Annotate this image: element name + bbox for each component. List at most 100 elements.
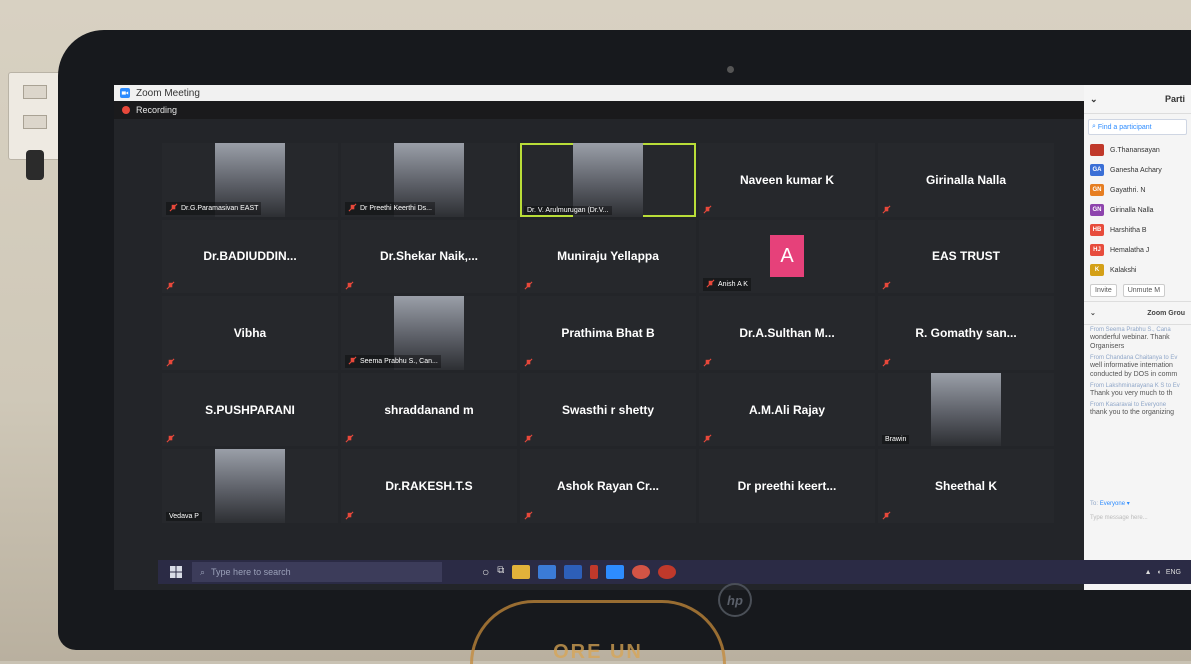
- participant-label: Dr Preethi Keerthi Ds...: [345, 201, 435, 215]
- recording-label: Recording: [136, 105, 178, 115]
- switch: [23, 85, 47, 99]
- participant-tile[interactable]: Vibha: [162, 296, 338, 370]
- participant-name: Girinalla Nalla: [925, 172, 1007, 187]
- chat-to-value[interactable]: Everyone: [1100, 501, 1125, 507]
- taskbar-search-input[interactable]: ⌕ Type here to search: [192, 562, 442, 582]
- participant-list-item[interactable]: GN Girinalla Nalla: [1084, 200, 1191, 220]
- participant-list-item[interactable]: HB Harshitha B: [1084, 220, 1191, 240]
- dropbox-icon[interactable]: [564, 565, 583, 579]
- participant-name: Dr.RAKESH.T.S: [385, 479, 473, 494]
- participant-tile[interactable]: Prathima Bhat B: [520, 296, 696, 370]
- participant-tile[interactable]: Brawin: [878, 372, 1054, 447]
- chat-message: From Seema Prabhu S., Cana wonderful webi…: [1084, 325, 1191, 353]
- participant-tile[interactable]: Dr.RAKESH.T.S: [341, 449, 517, 523]
- participant-name: EAS TRUST: [931, 249, 1000, 264]
- participant-name: Dr.Shekar Naik,...: [379, 249, 479, 264]
- participant-tile[interactable]: Seema Prabhu S., Can...: [341, 296, 517, 370]
- participant-name: Dr.A.Sulthan M...: [739, 325, 835, 340]
- gallery-grid: Dr.G.Paramasivan EAST Dr Preethi Keerthi …: [162, 143, 1054, 523]
- chat-recipient[interactable]: To: Everyone ▾: [1090, 500, 1130, 507]
- zoom-app-icon[interactable]: [606, 565, 625, 579]
- participant-name: shraddanand m: [384, 402, 474, 417]
- windows-start-icon[interactable]: [170, 566, 182, 578]
- participant-name: Swasthi r shetty: [561, 402, 655, 417]
- participant-avatar: GN: [1090, 204, 1104, 216]
- participant-tile[interactable]: S.PUSHPARANI: [162, 372, 338, 447]
- participant-search-input[interactable]: ⌕ Find a participant: [1088, 119, 1187, 135]
- participant-avatar: [1090, 144, 1104, 156]
- chevron-down-icon[interactable]: ⌄: [1090, 94, 1098, 105]
- search-icon: ⌕: [200, 566, 206, 577]
- participant-tile[interactable]: Muniraju Yellappa: [520, 219, 696, 294]
- file-explorer-icon[interactable]: [512, 565, 531, 579]
- hp-logo: hp: [718, 583, 752, 617]
- participant-avatar: HJ: [1090, 244, 1104, 256]
- participant-list-name: Hemalatha J: [1110, 246, 1150, 254]
- store-icon[interactable]: [538, 565, 557, 579]
- participant-tile[interactable]: shraddanand m: [341, 372, 517, 447]
- invite-button[interactable]: Invite: [1090, 284, 1117, 297]
- mic-muted-icon: [706, 279, 718, 290]
- participant-tile[interactable]: Swasthi r shetty: [520, 372, 696, 447]
- video-feed: [930, 372, 1002, 447]
- mic-muted-icon: [348, 203, 360, 214]
- participant-tile[interactable]: Dr. V. Arulmurugan (Dr.V...: [520, 143, 696, 217]
- chat-message-text: thank you to the organizing: [1090, 409, 1175, 416]
- participant-name: Dr Preethi Keerthi Ds...: [360, 204, 432, 212]
- participant-label: Seema Prabhu S., Can...: [345, 354, 441, 368]
- participant-name: Ashok Rayan Cr...: [556, 479, 660, 494]
- participant-tile[interactable]: Sheethal K: [878, 449, 1054, 523]
- participant-tile[interactable]: Dr Preethi Keerthi Ds...: [341, 143, 517, 217]
- participant-list-item[interactable]: HJ Hemalatha J: [1084, 240, 1191, 260]
- participant-tile[interactable]: A.M.Ali Rajay: [699, 372, 875, 447]
- participant-list-name: Gayathri. N: [1110, 186, 1146, 194]
- wall-switchboard: [8, 72, 62, 160]
- participant-actions: Invite Unmute M: [1084, 280, 1191, 301]
- participant-tile[interactable]: A Anish A K: [699, 219, 875, 294]
- chrome-icon[interactable]: [632, 565, 651, 579]
- participant-label: Dr. V. Arulmurugan (Dr.V...: [524, 205, 612, 215]
- network-icon[interactable]: ▲: [1145, 569, 1152, 576]
- participant-tile[interactable]: Vedava P: [162, 449, 338, 523]
- chat-messages: From Seema Prabhu S., Cana wonderful webi…: [1084, 325, 1191, 419]
- participant-tile[interactable]: Girinalla Nalla: [878, 143, 1054, 217]
- participant-tile[interactable]: EAS TRUST: [878, 219, 1054, 294]
- laptop-screen: Zoom Meeting Recording Dr.G.Paramasivan …: [114, 85, 1191, 590]
- participant-list-item[interactable]: GA Ganesha Achary: [1084, 160, 1191, 180]
- chat-message: From Lakshminarayana K S to Ev Thank you …: [1084, 381, 1191, 400]
- language-indicator[interactable]: ENG: [1166, 569, 1181, 576]
- search-placeholder: Find a participant: [1097, 123, 1152, 131]
- participant-list-item[interactable]: G.Thanansayan: [1084, 140, 1191, 160]
- participant-tile[interactable]: R. Gomathy san...: [878, 296, 1054, 370]
- chat-message-text: Thank you very much to th: [1090, 390, 1173, 397]
- cortana-icon[interactable]: ○: [482, 565, 489, 579]
- participant-tile[interactable]: Dr preethi keert...: [699, 449, 875, 523]
- recording-bar: Recording: [114, 101, 1084, 119]
- chevron-down-icon[interactable]: ⌄: [1090, 309, 1096, 317]
- chat-header: ⌄ Zoom Grou: [1084, 301, 1191, 325]
- participant-name: Naveen kumar K: [739, 172, 835, 187]
- app-icon[interactable]: [658, 565, 677, 579]
- participant-name: Prathima Bhat B: [561, 325, 655, 340]
- participants-header: ⌄ Parti: [1084, 85, 1191, 114]
- unmute-me-button[interactable]: Unmute M: [1122, 284, 1166, 297]
- chat-input[interactable]: Type message here...: [1090, 515, 1148, 521]
- participant-name: R. Gomathy san...: [915, 325, 1017, 340]
- participant-label: Anish A K: [703, 278, 751, 292]
- participant-tile[interactable]: Dr.Shekar Naik,...: [341, 219, 517, 294]
- chat-to-label: To:: [1090, 501, 1099, 507]
- task-view-icon[interactable]: ⧉: [497, 565, 504, 579]
- participant-name: Dr.G.Paramasivan EAST: [181, 204, 259, 212]
- recording-dot-icon: [122, 106, 130, 114]
- volume-icon[interactable]: ◖: [1157, 569, 1161, 576]
- participant-tile[interactable]: Dr.BADIUDDIN...: [162, 219, 338, 294]
- flash-icon[interactable]: [590, 565, 599, 579]
- window-titlebar: Zoom Meeting: [114, 85, 1084, 101]
- participant-tile[interactable]: Dr.A.Sulthan M...: [699, 296, 875, 370]
- participant-tile[interactable]: Naveen kumar K: [699, 143, 875, 217]
- participant-label: Vedava P: [166, 511, 202, 521]
- participant-list-item[interactable]: GN Gayathri. N: [1084, 180, 1191, 200]
- participant-list-item[interactable]: K Kalakshi: [1084, 260, 1191, 280]
- participant-tile[interactable]: Dr.G.Paramasivan EAST: [162, 143, 338, 217]
- participant-tile[interactable]: Ashok Rayan Cr...: [520, 449, 696, 523]
